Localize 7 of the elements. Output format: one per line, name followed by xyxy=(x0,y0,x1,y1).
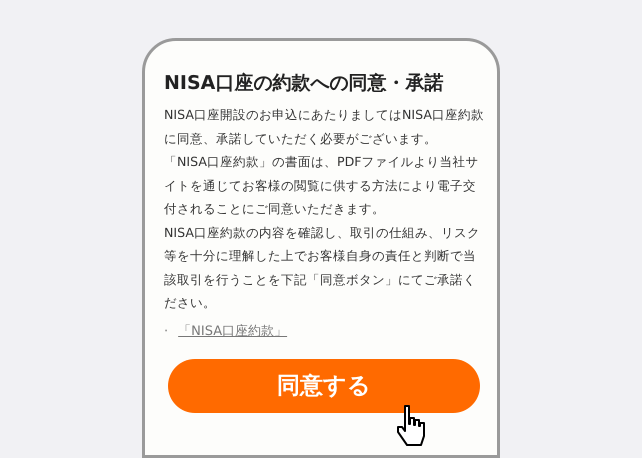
agree-button[interactable]: 同意する xyxy=(168,359,480,413)
body-paragraph: NISA口座約款の内容を確認し、取引の仕組み、リスク等を十分に理解した上でお客様自身の責任と判断で当該取引を行うことを下記「同意ボタン」にてご承諾ください。 xyxy=(164,224,481,312)
body-paragraph: NISA口座開設のお申込にあたりましてはNISA口座約款に同意、承諾していただく必要がございます。 xyxy=(164,106,484,148)
page-title: NISA口座の約款への同意・承諾 xyxy=(164,71,444,96)
terms-link[interactable]: 「NISA口座約款」 xyxy=(178,322,288,341)
bullet: · xyxy=(164,322,168,340)
body-paragraph: 「NISA口座約款」の書面は、PDFファイルより当社サイトを通じてお客様の閲覧に供する方法により電子交付されることにご同意いただきます。 xyxy=(164,153,480,218)
